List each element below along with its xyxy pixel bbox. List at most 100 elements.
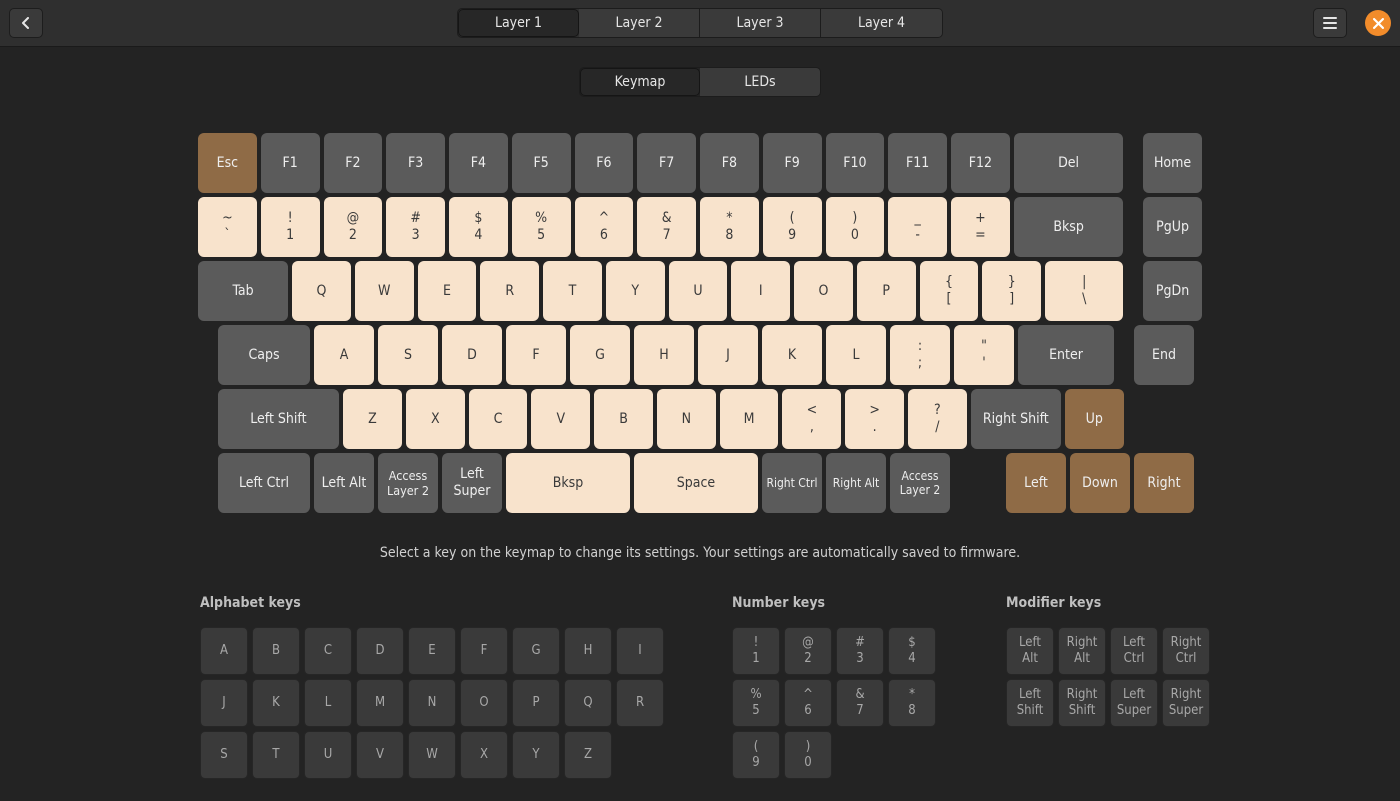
key[interactable]: K	[762, 325, 822, 385]
palette-key[interactable]: LeftSuper	[1110, 679, 1158, 727]
key[interactable]: F	[506, 325, 566, 385]
palette-key[interactable]: M	[356, 679, 404, 727]
key[interactable]: F1	[261, 133, 320, 193]
palette-key[interactable]: I	[616, 627, 664, 675]
key[interactable]: :;	[890, 325, 950, 385]
key[interactable]: !1	[261, 197, 320, 257]
key[interactable]: B	[594, 389, 653, 449]
key[interactable]: J	[698, 325, 758, 385]
key[interactable]: Right Ctrl	[762, 453, 822, 513]
key[interactable]: ^6	[575, 197, 634, 257]
key[interactable]: T	[543, 261, 602, 321]
key[interactable]: Bksp	[506, 453, 630, 513]
palette-key[interactable]: Z	[564, 731, 612, 779]
key[interactable]: O	[794, 261, 853, 321]
key[interactable]: PgUp	[1143, 197, 1202, 257]
key[interactable]: R	[480, 261, 539, 321]
key[interactable]: Left Ctrl	[218, 453, 310, 513]
key[interactable]: Right Shift	[971, 389, 1061, 449]
key[interactable]: U	[669, 261, 728, 321]
layer-tab-1[interactable]: Layer 1	[458, 9, 579, 37]
key[interactable]: LeftSuper	[442, 453, 502, 513]
key[interactable]: Y	[606, 261, 665, 321]
palette-key[interactable]: B	[252, 627, 300, 675]
key[interactable]: Home	[1143, 133, 1202, 193]
key[interactable]: Enter	[1018, 325, 1114, 385]
key[interactable]: F10	[826, 133, 885, 193]
palette-key[interactable]: X	[460, 731, 508, 779]
key[interactable]: C	[469, 389, 528, 449]
key[interactable]: *8	[700, 197, 759, 257]
key[interactable]: N	[657, 389, 716, 449]
palette-key[interactable]: LeftCtrl	[1110, 627, 1158, 675]
key[interactable]: #3	[386, 197, 445, 257]
palette-key[interactable]: &7	[836, 679, 884, 727]
palette-key[interactable]: @2	[784, 627, 832, 675]
key[interactable]: Up	[1065, 389, 1124, 449]
palette-key[interactable]: W	[408, 731, 456, 779]
key[interactable]: Space	[634, 453, 758, 513]
palette-key[interactable]: G	[512, 627, 560, 675]
key[interactable]: F4	[449, 133, 508, 193]
palette-key[interactable]: $4	[888, 627, 936, 675]
key[interactable]: G	[570, 325, 630, 385]
palette-key[interactable]: R	[616, 679, 664, 727]
palette-key[interactable]: Q	[564, 679, 612, 727]
palette-key[interactable]: LeftAlt	[1006, 627, 1054, 675]
palette-key[interactable]: RightAlt	[1058, 627, 1106, 675]
palette-key[interactable]: H	[564, 627, 612, 675]
key[interactable]: F5	[512, 133, 571, 193]
palette-key[interactable]: E	[408, 627, 456, 675]
close-button[interactable]	[1365, 10, 1391, 36]
key[interactable]: Tab	[198, 261, 288, 321]
key[interactable]: |\	[1045, 261, 1123, 321]
key[interactable]: F2	[324, 133, 383, 193]
palette-key[interactable]: Y	[512, 731, 560, 779]
palette-key[interactable]: RightCtrl	[1162, 627, 1210, 675]
key[interactable]: F3	[386, 133, 445, 193]
key[interactable]: @2	[324, 197, 383, 257]
key[interactable]: W	[355, 261, 414, 321]
key[interactable]: V	[531, 389, 590, 449]
key[interactable]: $4	[449, 197, 508, 257]
subtab-leds[interactable]: LEDs	[700, 68, 820, 96]
palette-key[interactable]: *8	[888, 679, 936, 727]
palette-key[interactable]: N	[408, 679, 456, 727]
key[interactable]: Left Shift	[218, 389, 339, 449]
key[interactable]: Z	[343, 389, 402, 449]
key[interactable]: F12	[951, 133, 1010, 193]
palette-key[interactable]: P	[512, 679, 560, 727]
key[interactable]: End	[1134, 325, 1194, 385]
key[interactable]: Access Layer 2	[890, 453, 950, 513]
palette-key[interactable]: L	[304, 679, 352, 727]
subtab-keymap[interactable]: Keymap	[580, 68, 700, 96]
key[interactable]: M	[720, 389, 779, 449]
palette-key[interactable]: K	[252, 679, 300, 727]
key[interactable]: I	[731, 261, 790, 321]
key[interactable]: PgDn	[1143, 261, 1202, 321]
key[interactable]: Caps	[218, 325, 310, 385]
palette-key[interactable]: (9	[732, 731, 780, 779]
key[interactable]: &7	[637, 197, 696, 257]
palette-key[interactable]: !1	[732, 627, 780, 675]
key[interactable]: A	[314, 325, 374, 385]
key[interactable]: D	[442, 325, 502, 385]
key[interactable]: (9	[763, 197, 822, 257]
key[interactable]: F11	[888, 133, 947, 193]
key[interactable]: Left Alt	[314, 453, 374, 513]
key[interactable]: P	[857, 261, 916, 321]
palette-key[interactable]: #3	[836, 627, 884, 675]
key[interactable]: Q	[292, 261, 351, 321]
key[interactable]: %5	[512, 197, 571, 257]
key[interactable]: Right	[1134, 453, 1194, 513]
key[interactable]: Esc	[198, 133, 257, 193]
key[interactable]: ?/	[908, 389, 967, 449]
palette-key[interactable]: F	[460, 627, 508, 675]
palette-key[interactable]: V	[356, 731, 404, 779]
palette-key[interactable]: A	[200, 627, 248, 675]
key[interactable]: Del	[1014, 133, 1124, 193]
palette-key[interactable]: RightSuper	[1162, 679, 1210, 727]
key[interactable]: >.	[845, 389, 904, 449]
key[interactable]: Left	[1006, 453, 1066, 513]
key[interactable]: S	[378, 325, 438, 385]
